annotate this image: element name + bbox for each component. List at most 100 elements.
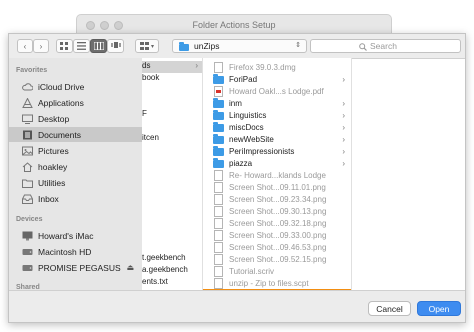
file-row[interactable]: Screen Shot...09.30.13.png [203,205,351,217]
folder-icon [213,158,224,168]
sidebar-item-utilities[interactable]: Utilities [9,175,142,190]
chevron-right-icon: › [342,110,345,120]
list-item[interactable]: t.geekbench [142,253,202,265]
search-field[interactable]: Search [310,39,461,53]
file-row[interactable]: Tutorial.scriv [203,265,351,277]
chevron-down-icon: ▾ [150,43,154,50]
document-icon [214,169,223,181]
list-item[interactable]: ents.txt [142,277,202,289]
file-row[interactable]: Screen Shot...09.33.00.png [203,229,351,241]
sidebar-item-promise-pegasus[interactable]: PROMISE PEGASUS ⏏ [9,260,142,275]
sidebar-section-favorites: Favorites [16,67,48,74]
folder-row[interactable]: inm › [203,97,351,109]
file-row[interactable]: Firefox 39.0.3.dmg [203,61,351,73]
documents-column: Firefox 39.0.3.dmg ForiPad › Howard Oakl...… [203,58,352,290]
document-icon [214,181,223,193]
folder-icon [213,74,224,84]
sidebar-item-label: Utilities [38,177,66,188]
file-row[interactable]: Screen Shot...09.32.18.png [203,217,351,229]
chevron-right-icon: › [342,122,345,132]
external-drive-icon [22,264,33,271]
folder-icon [213,98,224,108]
file-name: Firefox 39.0.3.dmg [229,62,296,72]
folder-icon [213,134,224,144]
arrange-popup-button[interactable]: ▾ [135,39,159,53]
file-name: Screen Shot...09.33.00.png [229,230,327,240]
path-popup[interactable]: unZips ⇕ [172,39,307,53]
column-view-button[interactable] [90,39,107,53]
icon-view-button[interactable] [56,39,73,53]
list-item[interactable]: a.geekbench [142,265,202,277]
cancel-button[interactable]: Cancel [368,301,411,316]
folder-icon [213,110,224,120]
script-file-icon [214,277,223,289]
updown-chevron-icon: ⇕ [295,42,301,49]
file-name: Screen Shot...09.32.18.png [229,218,327,228]
chevron-right-icon: › [342,74,345,84]
sidebar-item-label: hoakley [38,161,68,172]
file-name: Screen Shot...09.30.13.png [229,206,327,216]
file-row[interactable]: Screen Shot...09.11.01.png [203,181,351,193]
chevron-right-icon: › [195,61,198,70]
sidebar-item-desktop[interactable]: Desktop [9,111,142,126]
chevron-right-icon: › [342,146,345,156]
document-icon [214,61,223,73]
sidebar-item-documents[interactable]: Documents [9,127,142,142]
file-row[interactable]: Screen Shot...09.52.15.png [203,253,351,265]
sidebar-item-label: Macintosh HD [38,246,92,257]
desktop-icon [22,114,33,124]
file-name: inm [229,98,242,108]
file-row[interactable]: Howard Oakl...s Lodge.pdf [203,85,351,97]
file-name: newWebSite [229,134,274,144]
sidebar-item-label: Inbox [38,193,59,204]
sidebar-item-label: Applications [38,97,84,108]
list-item[interactable]: book [142,73,202,85]
cover-flow-button[interactable] [107,39,124,53]
eject-icon[interactable]: ⏏ [127,263,135,272]
forward-button[interactable]: › [33,39,49,53]
chevron-right-icon: › [342,158,345,168]
file-row[interactable]: Re- Howard...klands Lodge [203,169,351,181]
chevron-left-icon: ‹ [23,41,27,51]
sidebar-item-howards-imac[interactable]: Howard's iMac [9,228,142,243]
file-name: Screen Shot...09.11.01.png [229,182,326,192]
folder-row[interactable]: piazza › [203,157,351,169]
file-row[interactable]: Screen Shot...09.46.53.png [203,241,351,253]
sidebar-item-pictures[interactable]: Pictures [9,143,142,158]
back-button[interactable]: ‹ [17,39,33,53]
list-view-button[interactable] [73,39,90,53]
file-name: unzip - Zip to files.scpt [229,278,309,288]
cover-flow-icon [110,42,121,48]
file-row[interactable]: Screen Shot...09.23.34.png [203,193,351,205]
file-row[interactable]: unzip - Zip to files.scpt [203,277,351,289]
document-icon [214,241,223,253]
folder-row[interactable]: ForiPad › [203,73,351,85]
list-item[interactable]: F [142,109,202,121]
list-item[interactable]: ds › [142,61,202,73]
document-icon [214,193,223,205]
sidebar-section-devices: Devices [16,216,43,223]
applications-icon [22,97,33,108]
pdf-file-icon [214,85,223,97]
document-icon [214,265,223,277]
sidebar-item-applications[interactable]: Applications [9,95,142,110]
documents-icon [23,130,32,139]
sidebar: Favorites iCloud Drive Applications Desk… [9,58,143,291]
list-item[interactable]: itcen [142,133,202,145]
open-button[interactable]: Open [417,301,461,316]
document-icon [214,205,223,217]
sidebar-item-hoakley[interactable]: hoakley [9,159,142,174]
sidebar-item-inbox[interactable]: Inbox [9,191,142,206]
folder-row[interactable]: Linguistics › [203,109,351,121]
file-name: PeriImpressionists [229,146,295,156]
folder-row[interactable]: miscDocs › [203,121,351,133]
icon-view-icon [60,41,68,50]
path-folder-label: unZips [194,41,220,51]
sidebar-item-icloud-drive[interactable]: iCloud Drive [9,79,142,94]
document-icon [214,229,223,241]
arrange-icon [139,42,149,50]
folder-row[interactable]: newWebSite › [203,133,351,145]
folder-row[interactable]: PeriImpressionists › [203,145,351,157]
parent-column: ds › book F itcen t.geekbench a.geekbench… [142,58,203,290]
sidebar-item-macintosh-hd[interactable]: Macintosh HD [9,244,142,259]
